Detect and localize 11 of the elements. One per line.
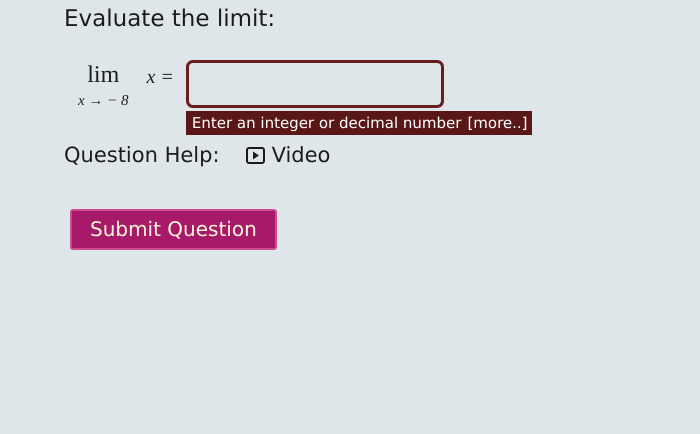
- hint-text: Enter an integer or decimal number: [192, 114, 462, 132]
- question-help-label: Question Help:: [64, 143, 220, 167]
- more-link[interactable]: [more..]: [467, 114, 528, 132]
- play-icon: [246, 146, 265, 164]
- limit-operator: lim: [87, 62, 120, 88]
- prompt-text: Evaluate the limit:: [64, 6, 276, 32]
- limit-expression: x =: [146, 66, 174, 89]
- answer-field[interactable]: [186, 60, 444, 108]
- submit-button[interactable]: Submit Question: [70, 209, 277, 250]
- video-link[interactable]: Video: [246, 143, 330, 167]
- limit-subscript: x → − 8: [78, 92, 129, 110]
